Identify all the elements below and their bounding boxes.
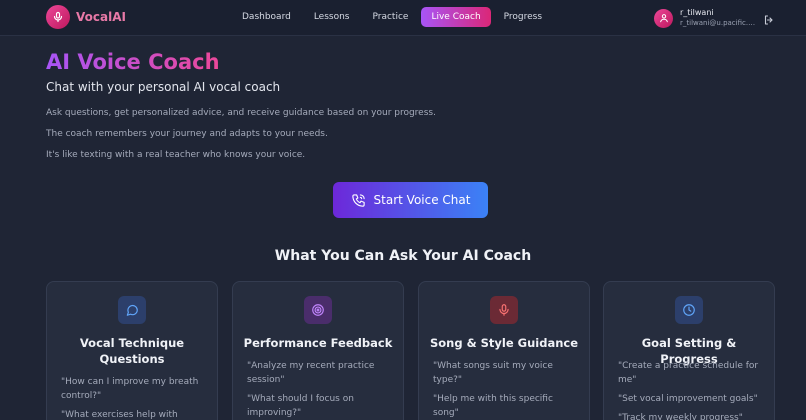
card-performance-feedback[interactable]: Performance Feedback "Analyze my recent … xyxy=(232,281,404,420)
clock-icon xyxy=(675,296,703,324)
page-subtitle: Chat with your personal AI vocal coach xyxy=(46,80,281,94)
microphone-logo-icon xyxy=(46,5,70,29)
nav-links: Dashboard Lessons Practice Live Coach Pr… xyxy=(232,7,555,27)
section-title: What You Can Ask Your AI Coach xyxy=(274,248,532,264)
page-title: AI Voice Coach xyxy=(46,50,220,74)
user-profile[interactable]: r_tilwani r_tilwani@u.pacific.edu xyxy=(654,7,758,29)
card-example: "Track my weekly progress" xyxy=(618,413,743,420)
microphone-icon xyxy=(490,296,518,324)
card-example: "Help me with this specific song" xyxy=(433,394,553,418)
card-example: "What should I focus on improving?" xyxy=(247,394,354,418)
nav-lessons[interactable]: Lessons xyxy=(304,7,360,27)
card-title: Song & Style Guidance xyxy=(429,336,579,350)
app-logo[interactable]: VocalAI xyxy=(46,5,126,29)
card-example: "Analyze my recent practice session" xyxy=(247,361,375,385)
card-vocal-technique[interactable]: Vocal Technique Questions "How can I imp… xyxy=(46,281,218,420)
card-example: "How can I improve my breath control?" xyxy=(61,377,199,401)
card-title: Performance Feedback xyxy=(243,336,393,350)
target-icon xyxy=(304,296,332,324)
card-example: "Create a practice schedule for me" xyxy=(618,361,759,385)
app-name: VocalAI xyxy=(76,10,126,24)
nav-progress[interactable]: Progress xyxy=(494,7,552,27)
top-navbar: VocalAI Dashboard Lessons Practice Live … xyxy=(0,0,806,36)
card-song-style[interactable]: Song & Style Guidance "What songs suit m… xyxy=(418,281,590,420)
card-example: "What songs suit my voice type?" xyxy=(433,361,553,385)
user-email: r_tilwani@u.pacific.edu xyxy=(680,19,758,27)
chat-bubble-icon xyxy=(118,296,146,324)
card-goal-setting[interactable]: Goal Setting & Progress "Create a practi… xyxy=(603,281,775,420)
logout-icon[interactable] xyxy=(763,11,775,30)
nav-practice[interactable]: Practice xyxy=(363,7,419,27)
card-example: "Set vocal improvement goals" xyxy=(618,394,758,404)
start-voice-chat-button[interactable]: Start Voice Chat xyxy=(333,182,488,218)
nav-dashboard[interactable]: Dashboard xyxy=(232,7,301,27)
start-voice-chat-label: Start Voice Chat xyxy=(373,193,471,207)
intro-paragraph-2: The coach remembers your journey and ada… xyxy=(46,129,328,139)
card-title: Vocal Technique Questions xyxy=(79,336,185,366)
nav-live-coach[interactable]: Live Coach xyxy=(421,7,491,27)
user-name: r_tilwani xyxy=(680,8,714,17)
card-example: "What exercises help with xyxy=(61,410,178,420)
intro-paragraph-1: Ask questions, get personalized advice, … xyxy=(46,108,436,118)
intro-paragraph-3: It's like texting with a real teacher wh… xyxy=(46,150,306,160)
user-avatar-icon xyxy=(654,8,673,28)
phone-icon xyxy=(351,193,365,207)
